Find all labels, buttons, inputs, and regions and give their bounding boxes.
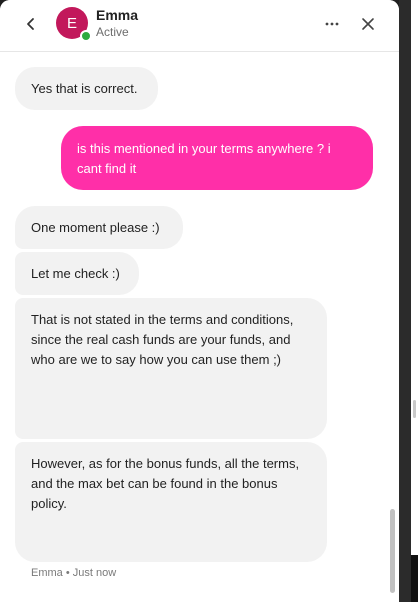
contact-status: Active <box>96 25 129 39</box>
background-scrollbar-mark <box>413 400 416 418</box>
agent-message: That is not stated in the terms and cond… <box>15 298 327 439</box>
message-list[interactable]: Yes that is correct. is this mentioned i… <box>0 52 388 602</box>
user-message: is this mentioned in your terms anywhere… <box>61 126 373 190</box>
agent-message: However, as for the bonus funds, all the… <box>15 442 327 562</box>
more-options-button[interactable] <box>320 13 344 35</box>
close-icon <box>362 18 374 30</box>
agent-message: Yes that is correct. <box>15 67 158 110</box>
agent-message: One moment please :) <box>15 206 183 249</box>
back-button[interactable] <box>20 13 42 35</box>
contact-name: Emma <box>96 7 139 23</box>
background-panel <box>411 0 418 602</box>
close-button[interactable] <box>356 12 380 36</box>
avatar-initial: E <box>66 14 77 32</box>
scrollbar-thumb[interactable] <box>390 509 395 593</box>
agent-message: Let me check :) <box>15 252 139 295</box>
background-window-edge <box>399 0 418 602</box>
message-meta: Emma • Just now <box>31 567 117 579</box>
ellipsis-icon <box>325 22 339 26</box>
chevron-left-icon <box>27 18 34 30</box>
chat-header: E Emma Active <box>0 0 399 52</box>
scrollbar-track[interactable] <box>388 52 396 602</box>
chat-window: E Emma Active Yes that is correct. is th… <box>0 0 399 602</box>
online-status-indicator <box>80 30 92 42</box>
background-dark-edge <box>411 555 418 602</box>
